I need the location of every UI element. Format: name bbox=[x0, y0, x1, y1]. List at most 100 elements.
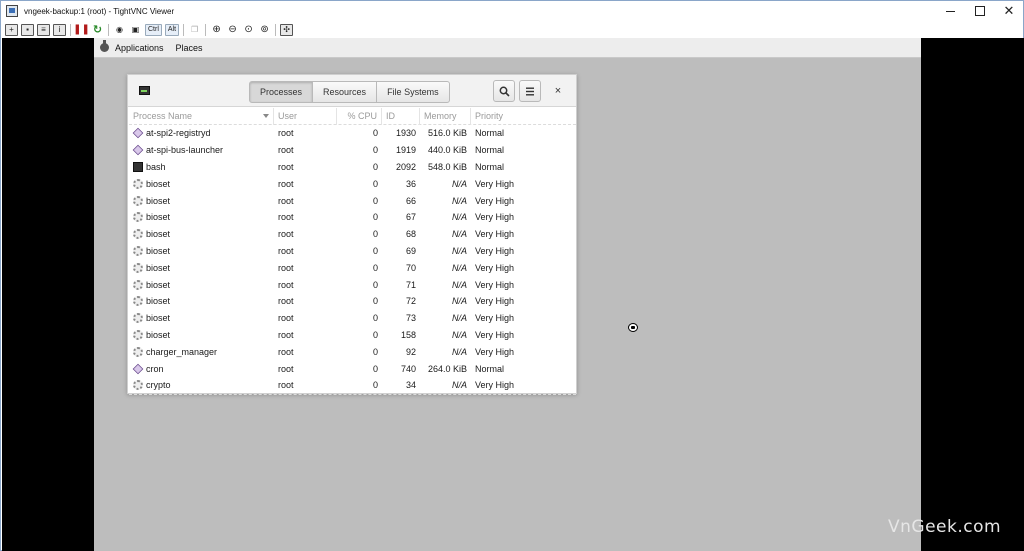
sort-arrow-icon bbox=[263, 113, 269, 118]
column-header-user[interactable]: User bbox=[274, 107, 337, 125]
alt-key-button[interactable]: Alt bbox=[164, 23, 180, 36]
table-row[interactable]: bioset root 0 70 N/A Very High bbox=[129, 259, 576, 276]
close-window-button[interactable]: × bbox=[550, 83, 566, 99]
cell-memory: N/A bbox=[451, 380, 467, 391]
table-row[interactable]: cron root 0 740 264.0 KiB Normal bbox=[129, 360, 576, 377]
cell-cpu: 0 bbox=[372, 363, 378, 374]
process-name: bioset bbox=[146, 195, 171, 206]
save-icon[interactable]: ▪ bbox=[21, 23, 34, 36]
gear-icon bbox=[133, 195, 143, 206]
table-row[interactable]: at-spi-bus-launcher root 0 1919 440.0 KiB Nor… bbox=[129, 142, 576, 159]
new-connection-icon[interactable]: + bbox=[5, 23, 18, 36]
cell-id: 34 bbox=[405, 380, 416, 391]
cell-process-name: at-spi-bus-launcher bbox=[129, 142, 274, 159]
table-row[interactable]: bash root 0 2092 548.0 KiB Normal bbox=[129, 159, 576, 176]
table-row[interactable]: bioset root 0 158 N/A Very High bbox=[129, 327, 576, 344]
remote-screen-border-left bbox=[2, 38, 94, 551]
menu-button[interactable] bbox=[519, 80, 541, 102]
cell-cpu: 0 bbox=[372, 195, 378, 206]
process-name: bash bbox=[146, 161, 166, 172]
ctrl-alt-del-icon[interactable]: ◉ bbox=[113, 24, 126, 36]
cell-id: 740 bbox=[400, 363, 416, 374]
refresh-icon[interactable]: ↻ bbox=[91, 24, 104, 36]
cell-user: root bbox=[278, 195, 294, 206]
applications-menu[interactable]: Applications bbox=[115, 43, 164, 53]
tab-resources[interactable]: Resources bbox=[312, 81, 378, 103]
cell-cpu: 0 bbox=[372, 178, 378, 189]
cell-process-name: at-spi2-registryd bbox=[129, 125, 274, 142]
windows-key-icon[interactable]: ▣ bbox=[129, 24, 142, 36]
zoom-fit-icon[interactable]: ⊚ bbox=[258, 24, 271, 36]
tightvnc-app-icon[interactable] bbox=[6, 5, 18, 17]
options-icon[interactable]: ≡ bbox=[37, 23, 50, 36]
column-header-process-name[interactable]: Process Name bbox=[129, 107, 274, 125]
gear-icon bbox=[133, 212, 143, 223]
toolbar-separator bbox=[205, 23, 207, 36]
search-button[interactable] bbox=[493, 80, 515, 102]
process-name: crypto bbox=[146, 380, 171, 391]
table-row[interactable]: bioset root 0 72 N/A Very High bbox=[129, 293, 576, 310]
process-name: at-spi-bus-launcher bbox=[146, 145, 224, 156]
table-row[interactable]: bioset root 0 73 N/A Very High bbox=[129, 310, 576, 327]
process-name: at-spi2-registryd bbox=[146, 128, 211, 139]
process-name: bioset bbox=[146, 279, 171, 290]
view-tabs: Processes Resources File Systems bbox=[249, 81, 450, 103]
cell-process-name: bioset bbox=[129, 276, 274, 293]
cell-priority: Very High bbox=[475, 195, 515, 206]
table-row[interactable]: charger_manager root 0 92 N/A Very High bbox=[129, 343, 576, 360]
toolbar-separator bbox=[183, 23, 185, 36]
cell-cpu: 0 bbox=[372, 262, 378, 273]
table-row[interactable]: bioset root 0 68 N/A Very High bbox=[129, 226, 576, 243]
cell-cpu: 0 bbox=[372, 296, 378, 307]
cell-memory: N/A bbox=[451, 262, 467, 273]
mouse-cursor-icon bbox=[628, 323, 638, 332]
table-row[interactable]: bioset root 0 67 N/A Very High bbox=[129, 209, 576, 226]
cell-user: root bbox=[278, 229, 294, 240]
fullscreen-icon[interactable]: ✣ bbox=[280, 23, 294, 36]
process-name: bioset bbox=[146, 229, 171, 240]
zoom-out-icon[interactable]: ⊖ bbox=[226, 24, 239, 36]
maximize-button[interactable] bbox=[965, 1, 995, 21]
cell-user: root bbox=[278, 161, 294, 172]
process-name: bioset bbox=[146, 178, 171, 189]
places-menu[interactable]: Places bbox=[176, 43, 203, 53]
close-button[interactable]: ✕ bbox=[994, 1, 1024, 21]
cell-priority: Very High bbox=[475, 313, 515, 324]
watermark: VnGeek.com bbox=[888, 517, 1002, 537]
column-header-id[interactable]: ID bbox=[382, 107, 420, 125]
ctrl-key-button[interactable]: Ctrl bbox=[145, 23, 162, 36]
cell-cpu: 0 bbox=[372, 161, 378, 172]
zoom-100-icon[interactable]: ⊙ bbox=[242, 24, 255, 36]
cell-id: 73 bbox=[405, 313, 416, 324]
cell-id: 70 bbox=[405, 262, 416, 273]
remote-desktop[interactable]: Applications Places Processes Resources … bbox=[94, 38, 921, 551]
cell-cpu: 0 bbox=[372, 128, 378, 139]
cell-process-name: bioset bbox=[129, 175, 274, 192]
clipboard-icon[interactable]: ❐ bbox=[188, 24, 201, 36]
cell-memory: N/A bbox=[451, 329, 467, 340]
tab-file-systems[interactable]: File Systems bbox=[376, 81, 450, 103]
table-row[interactable]: bioset root 0 36 N/A Very High bbox=[129, 175, 576, 192]
column-header-priority[interactable]: Priority bbox=[471, 108, 571, 125]
gnome-top-panel: Applications Places bbox=[94, 38, 921, 58]
gear-icon bbox=[133, 380, 143, 391]
table-row[interactable]: bioset root 0 69 N/A Very High bbox=[129, 243, 576, 260]
column-header-memory[interactable]: Memory bbox=[420, 107, 471, 125]
cell-user: root bbox=[278, 145, 294, 156]
zoom-in-icon[interactable]: ⊕ bbox=[210, 24, 223, 36]
cell-process-name: charger_manager bbox=[129, 343, 274, 360]
cell-priority: Very High bbox=[475, 229, 515, 240]
applications-menu-icon[interactable] bbox=[100, 40, 109, 52]
table-row[interactable]: bioset root 0 71 N/A Very High bbox=[129, 276, 576, 293]
info-icon[interactable]: i bbox=[53, 23, 66, 36]
table-row[interactable]: crypto root 0 34 N/A Very High bbox=[129, 377, 576, 394]
column-header-cpu[interactable]: % CPU bbox=[337, 107, 382, 125]
cell-process-name: bioset bbox=[129, 192, 274, 209]
gear-icon bbox=[133, 346, 143, 357]
minimize-button[interactable] bbox=[935, 1, 965, 21]
cell-cpu: 0 bbox=[372, 346, 378, 357]
tab-processes[interactable]: Processes bbox=[249, 81, 314, 103]
table-row[interactable]: at-spi2-registryd root 0 1930 516.0 KiB Norma… bbox=[129, 125, 576, 142]
table-row[interactable]: bioset root 0 66 N/A Very High bbox=[129, 192, 576, 209]
pause-icon[interactable]: ❚❚ bbox=[73, 24, 90, 36]
